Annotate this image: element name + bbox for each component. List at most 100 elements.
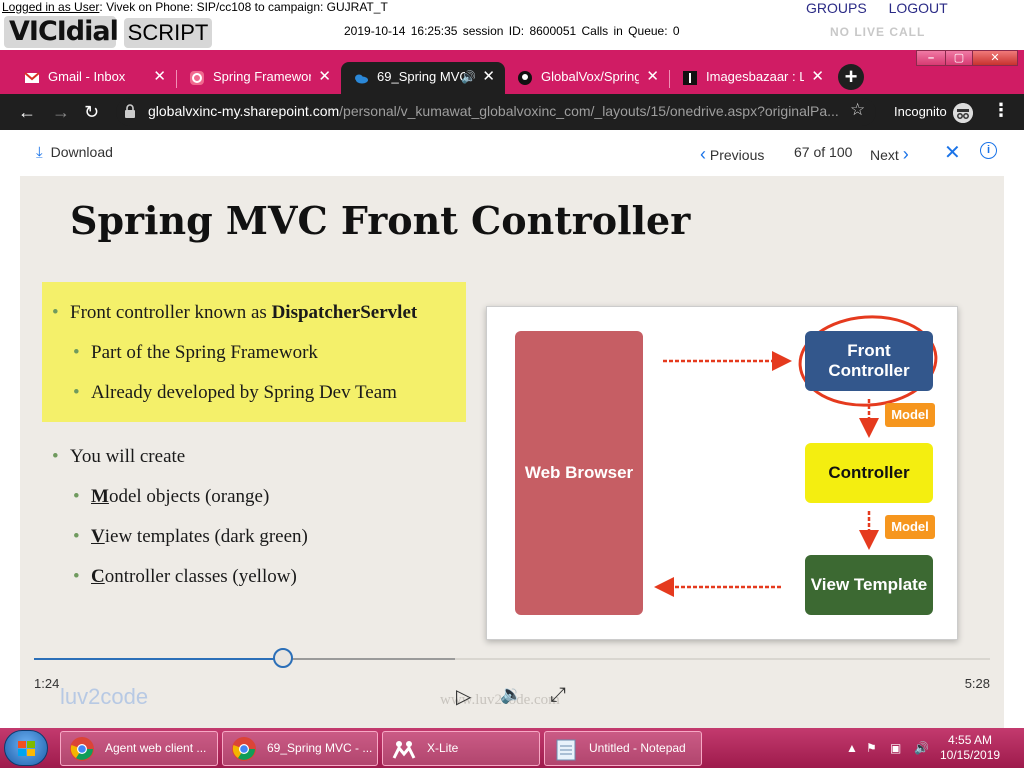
taskbar-item-label: Agent web client ... (105, 741, 207, 755)
show-hidden-icons-icon[interactable]: ▲ (846, 741, 858, 755)
mvc-diagram: Web Browser Front Controller Model Contr… (486, 306, 958, 640)
logged-in-link[interactable]: Logged in as User (2, 0, 99, 14)
no-live-call-indicator: NO LIVE CALL (830, 25, 926, 39)
chevron-left-icon: ‹ (700, 144, 706, 164)
model-tag: Model (885, 515, 935, 539)
url-text[interactable]: globalvxinc-my.sharepoint.com/personal/v… (148, 103, 838, 119)
browser-window: Gmail - Inbox ✕ Spring Framework ✕ 69_Sp… (0, 50, 1024, 130)
tab-title: Gmail - Inbox (48, 69, 126, 84)
maximize-button[interactable]: ▢ (945, 50, 973, 66)
volume-icon[interactable]: 🔉 (500, 684, 522, 705)
tab-spring-framework[interactable]: Spring Framework ✕ (177, 62, 341, 94)
slide-title: Spring MVC Front Controller (70, 198, 691, 243)
groups-link[interactable]: GROUPS (806, 0, 867, 16)
web-browser-box: Web Browser (515, 331, 643, 615)
download-button[interactable]: ⤓ Download (36, 144, 113, 161)
chrome-icon (232, 737, 256, 761)
sub-bullet-view-templates: • View templates (dark green) (73, 526, 308, 547)
reload-icon[interactable]: ↻ (84, 102, 99, 122)
incognito-icon[interactable] (953, 103, 973, 123)
clock-date: 10/15/2019 (940, 748, 1001, 762)
taskbar-item-xlite[interactable]: X-Lite (382, 731, 540, 766)
download-label: Download (50, 144, 113, 160)
close-viewer-icon[interactable]: ✕ (944, 140, 961, 165)
taskbar-item-label: X-Lite (427, 741, 459, 755)
tab-gmail[interactable]: Gmail - Inbox ✕ (12, 62, 176, 94)
viewer-toolbar: ⤓ Download ‹ Previous 67 of 100 Next › ✕ … (0, 130, 1024, 174)
next-label: Next (870, 147, 899, 163)
tab-title: 69_Spring MVC (377, 69, 465, 84)
seek-handle[interactable] (272, 648, 293, 668)
chrome-icon (70, 737, 94, 761)
taskbar-item-notepad[interactable]: Untitled - Notepad (544, 731, 702, 766)
menu-kebab-icon[interactable]: ⋮ (992, 100, 1010, 121)
url-path: /personal/v_kumawat_globalvoxinc_com/_la… (339, 103, 838, 119)
system-tray: ▲ ⚑ ▣ 🔊 4:55 AM 10/15/2019 (840, 728, 1024, 768)
taskbar-item-spring-mvc[interactable]: 69_Spring MVC - ... (222, 731, 378, 766)
minimize-button[interactable]: – (916, 50, 946, 66)
url-host: globalvxinc-my.sharepoint.com (148, 103, 340, 119)
action-center-icon[interactable]: ⚑ (866, 741, 877, 755)
tab-spring-mvc[interactable]: 69_Spring MVC 🔊 ✕ (341, 62, 505, 94)
played-bar (34, 658, 283, 660)
play-icon[interactable]: ▷ (456, 684, 471, 709)
bookmark-star-icon[interactable]: ☆ (850, 100, 865, 120)
close-tab-icon[interactable]: ✕ (811, 62, 824, 92)
header-links: GROUPS LOGOUT (806, 0, 966, 16)
tab-imagesbazaar[interactable]: Imagesbazaar : Lar ✕ (670, 62, 834, 94)
bullet-you-will-create: • You will create (52, 446, 186, 467)
taskbar-item-agent-web-client[interactable]: Agent web client ... (60, 731, 218, 766)
tab-title: GlobalVox/SpringB (541, 69, 639, 84)
login-status: Logged in as User: Vivek on Phone: SIP/c… (2, 0, 388, 14)
close-tab-icon[interactable]: ✕ (153, 62, 166, 92)
script-tab[interactable]: SCRIPT (124, 18, 212, 48)
close-tab-icon[interactable]: ✕ (482, 62, 495, 92)
notepad-icon (556, 739, 576, 761)
volume-tray-icon[interactable]: 🔊 (914, 741, 929, 755)
previous-button[interactable]: ‹ Previous (700, 144, 764, 165)
sub-bullet-model-objects: • Model objects (orange) (73, 486, 270, 507)
xlite-icon (392, 741, 416, 759)
close-window-button[interactable]: ✕ (972, 50, 1018, 66)
front-controller-box: Front Controller (805, 331, 933, 391)
close-tab-icon[interactable]: ✕ (318, 62, 331, 92)
next-button[interactable]: Next › (870, 144, 909, 165)
taskbar-item-label: 69_Spring MVC - ... (267, 741, 373, 755)
chevron-right-icon: › (902, 144, 909, 164)
back-icon[interactable]: ← (18, 102, 36, 122)
windows-taskbar: Agent web client ... 69_Spring MVC - ...… (0, 728, 1024, 768)
video-player[interactable]: Spring MVC Front Controller • Front contr… (20, 176, 1004, 728)
tab-title: Spring Framework (213, 69, 311, 84)
clock-time: 4:55 AM (948, 733, 993, 747)
incognito-label[interactable]: Incognito (894, 104, 947, 119)
luv2code-logo: luv2code (60, 684, 149, 709)
sub-bullet-already-developed: • Already developed by Spring Dev Team (73, 382, 397, 403)
forward-icon[interactable]: → (52, 102, 70, 122)
speaker-icon[interactable]: 🔊 (461, 62, 476, 92)
taskbar-item-label: Untitled - Notepad (589, 741, 686, 755)
windows-logo-icon (18, 741, 35, 756)
fullscreen-icon[interactable]: ⤢ (550, 684, 566, 707)
new-tab-button[interactable]: + (838, 64, 864, 90)
tab-github[interactable]: GlobalVox/SpringB ✕ (505, 62, 669, 94)
sub-bullet-part-of-spring: • Part of the Spring Framework (73, 342, 318, 363)
vicidial-header: Logged in as User: Vivek on Phone: SIP/c… (0, 0, 1024, 50)
onedrive-icon (355, 74, 368, 84)
view-template-box: View Template (805, 555, 933, 615)
gmail-icon (24, 72, 40, 83)
previous-label: Previous (709, 147, 765, 163)
start-button[interactable] (4, 730, 48, 766)
lock-icon[interactable] (124, 104, 136, 118)
login-details: : Vivek on Phone: SIP/cc108 to campaign:… (99, 0, 388, 14)
session-status: 2019-10-14 16:25:35 session ID: 8600051 … (344, 24, 680, 38)
info-icon[interactable]: i (980, 142, 997, 159)
network-icon[interactable]: ▣ (890, 741, 901, 755)
close-tab-icon[interactable]: ✕ (646, 62, 659, 92)
controller-box: Controller (805, 443, 933, 503)
clock[interactable]: 4:55 AM 10/15/2019 (940, 733, 1000, 763)
bullet-front-controller: • Front controller known as DispatcherSer… (52, 302, 418, 323)
seek-bar[interactable] (34, 648, 990, 668)
tab-title: Imagesbazaar : Lar (706, 69, 804, 84)
logout-link[interactable]: LOGOUT (889, 0, 948, 16)
vicidial-logo: VICIdial (4, 16, 119, 48)
